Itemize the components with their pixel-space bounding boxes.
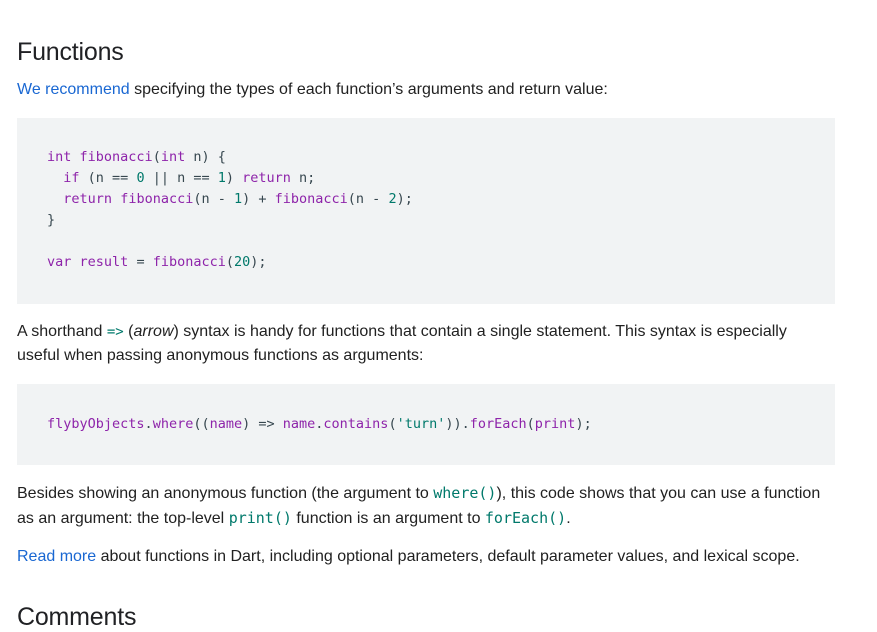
code-fibonacci: int fibonacci(int n) { if (n == 0 || n =… [47,149,413,270]
section-title-comments: Comments [17,603,137,631]
code-block-flyby[interactable]: flybyObjects.where((name) => name.contai… [17,384,835,465]
we-recommend-link[interactable]: We recommend [17,81,130,98]
arrow-code: => [106,324,124,340]
intro-text: specifying the types of each function’s … [129,81,608,98]
arrow-syntax-paragraph: A shorthand => (arrow) syntax is handy f… [17,323,787,364]
intro-paragraph: We recommend specifying the types of eac… [17,78,837,102]
section-title-functions: Functions [17,38,124,66]
besides-paragraph: Besides showing an anonymous function (t… [17,484,821,527]
code-flyby: flybyObjects.where((name) => name.contai… [47,416,592,432]
where-code: where() [433,484,497,502]
print-code: print() [228,509,292,527]
code-block-fibonacci[interactable]: int fibonacci(int n) { if (n == 0 || n =… [17,118,835,304]
read-more-link[interactable]: Read more [17,548,96,565]
foreach-code: forEach() [484,509,567,527]
read-more-paragraph: Read more about functions in Dart, inclu… [17,548,800,565]
